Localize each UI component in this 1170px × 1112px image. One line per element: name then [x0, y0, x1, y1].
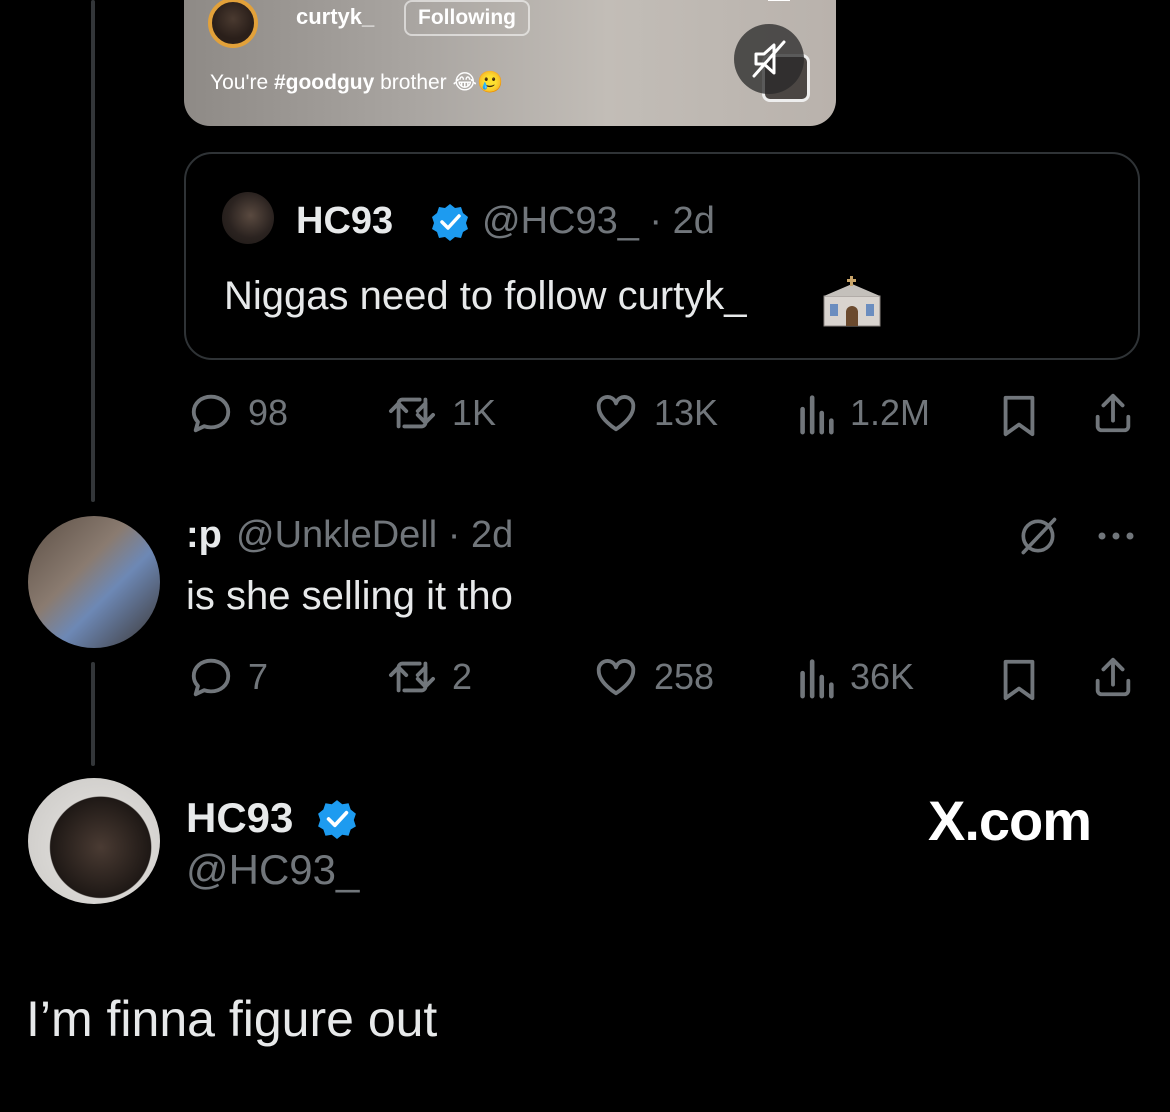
- avatar[interactable]: [28, 778, 160, 904]
- reply-icon: [191, 394, 231, 433]
- video-creator-username[interactable]: curtyk_: [296, 4, 374, 30]
- quoted-tweet-text: Niggas need to follow curtyk_: [224, 274, 747, 318]
- reply-author-name[interactable]: :p: [186, 514, 222, 557]
- like-button[interactable]: 13K: [592, 390, 718, 436]
- like-count: 258: [654, 656, 715, 697]
- reply-count: 7: [248, 656, 269, 697]
- quoted-tweet-card[interactable]: HC93 @HC93_ · 2d Niggas need to follow c…: [184, 152, 1140, 360]
- laughing-emoji-icon: 😂: [452, 71, 478, 94]
- grok-icon[interactable]: [1016, 514, 1060, 558]
- heart-icon: [596, 395, 636, 432]
- like-button[interactable]: 258: [592, 654, 714, 700]
- repost-button[interactable]: 2: [386, 654, 472, 700]
- author-handle[interactable]: @HC93_: [186, 846, 359, 894]
- church-emoji-icon: [823, 276, 881, 327]
- caption-text: brother: [374, 71, 447, 94]
- video-creator-avatar[interactable]: [208, 0, 258, 48]
- video-caption: You're #goodguy brother 😂🥲: [210, 70, 503, 95]
- views-count: 1.2M: [850, 392, 931, 433]
- share-icon[interactable]: [1090, 654, 1136, 700]
- x-logo-watermark: X.com: [928, 789, 1092, 852]
- menu-handle-icon: [768, 0, 790, 1]
- views-chart-icon: [800, 659, 834, 699]
- reply-handle-time: @UnkleDell · 2d: [236, 514, 514, 556]
- views-button[interactable]: 36K: [796, 654, 914, 700]
- repost-count: 1K: [452, 392, 497, 433]
- repost-icon: [388, 397, 435, 429]
- reply-text: is she selling it tho: [186, 574, 513, 618]
- tweet-text: I’m finna figure out: [26, 991, 438, 1047]
- views-chart-icon: [800, 395, 834, 435]
- author-name[interactable]: HC93: [186, 794, 293, 842]
- bookmark-icon[interactable]: [998, 656, 1040, 702]
- more-options-icon[interactable]: [1094, 524, 1138, 548]
- smiling-tear-emoji-icon: 🥲: [477, 71, 504, 94]
- repost-icon: [388, 661, 435, 693]
- bookmark-icon[interactable]: [998, 392, 1040, 438]
- repost-button[interactable]: 1K: [386, 390, 496, 436]
- following-button[interactable]: Following: [404, 0, 530, 36]
- views-button[interactable]: 1.2M: [796, 390, 930, 436]
- quoted-author-name[interactable]: HC93: [296, 200, 393, 243]
- reply-button[interactable]: 7: [188, 654, 268, 700]
- heart-icon: [596, 659, 636, 696]
- video-player[interactable]: curtyk_ Following You're #goodguy brothe…: [184, 0, 836, 126]
- verified-badge-icon: [432, 204, 468, 241]
- muted-speaker-icon: [752, 40, 786, 78]
- thread-connector-top: [91, 0, 95, 502]
- share-icon[interactable]: [1090, 390, 1136, 436]
- avatar[interactable]: [28, 516, 160, 648]
- quoted-handle-time: @HC93_ · 2d: [482, 200, 715, 242]
- reply-button[interactable]: 98: [188, 390, 288, 436]
- caption-hashtag[interactable]: #goodguy: [274, 71, 374, 94]
- verified-badge-icon: [318, 800, 356, 839]
- avatar[interactable]: [222, 192, 274, 244]
- like-count: 13K: [654, 392, 719, 433]
- reply-count: 98: [248, 392, 289, 433]
- mute-toggle-button[interactable]: [734, 24, 804, 94]
- reply-icon: [191, 658, 231, 697]
- views-count: 36K: [850, 656, 915, 697]
- thread-connector-mid: [91, 662, 95, 766]
- caption-text: You're: [210, 71, 274, 94]
- repost-count: 2: [452, 656, 473, 697]
